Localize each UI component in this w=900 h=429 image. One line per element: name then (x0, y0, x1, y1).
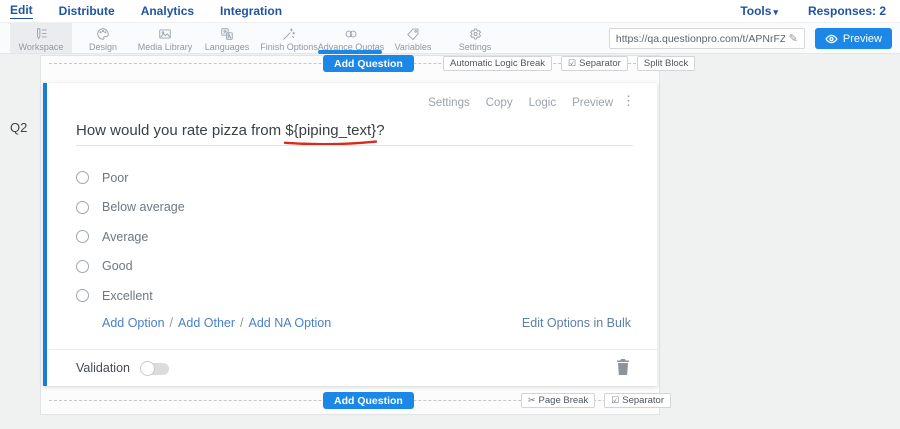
editor-toolbar: Workspace Design Media Library Languages… (0, 23, 900, 54)
delete-question-trash-icon[interactable] (616, 359, 630, 375)
toggle-knob (140, 361, 155, 376)
radio-button[interactable] (76, 260, 89, 273)
question-text[interactable]: How would you rate pizza from ${piping_t… (76, 122, 631, 139)
validation-footer: Validation (47, 349, 657, 386)
magic-wand-icon (282, 27, 296, 41)
question-preview-link[interactable]: Preview (572, 97, 613, 109)
toolbar-item-languages[interactable]: Languages (196, 23, 258, 53)
question-input-underline (76, 145, 633, 146)
nav-tabs: Edit Distribute Analytics Integration (10, 3, 282, 19)
questionpro-survey-editor: Edit Distribute Analytics Integration To… (0, 0, 900, 429)
question-block: Settings Copy Logic Preview ⋮ How would … (43, 83, 657, 386)
question-settings-link[interactable]: Settings (428, 97, 470, 109)
link-divider: / (240, 316, 243, 330)
radio-button[interactable] (76, 230, 89, 243)
option-label[interactable]: Poor (102, 171, 128, 185)
toolbar-item-design[interactable]: Design (72, 23, 134, 53)
option-add-links: Add Option / Add Other / Add NA Option (102, 316, 331, 330)
add-option-link[interactable]: Add Option (102, 316, 165, 330)
option-label[interactable]: Excellent (102, 289, 153, 303)
toolbar-item-media-library[interactable]: Media Library (134, 23, 196, 53)
option-label[interactable]: Below average (102, 200, 185, 214)
toolbar-item-variables[interactable]: Variables (382, 23, 444, 53)
toolbar-right: ✎ Preview (609, 28, 892, 49)
nav-tab-analytics[interactable]: Analytics (141, 4, 194, 18)
radio-button[interactable] (76, 201, 89, 214)
question-overflow-menu-icon[interactable]: ⋮ (622, 94, 635, 107)
workspace-icon (34, 27, 48, 41)
add-na-option-link[interactable]: Add NA Option (249, 316, 332, 330)
top-insert-buttons: Automatic Logic Break ☑Separator Split B… (443, 56, 695, 71)
answer-options-list: Poor Below average Average Good (76, 163, 633, 311)
eye-icon (825, 34, 838, 44)
option-row-poor: Poor (76, 163, 633, 193)
chevron-down-icon: ▾ (773, 7, 778, 17)
option-label[interactable]: Average (102, 230, 148, 244)
link-divider: / (170, 316, 173, 330)
add-question-button-bottom[interactable]: Add Question (323, 392, 414, 409)
top-insert-row: Add Question Automatic Logic Break ☑Sepa… (41, 55, 659, 72)
tag-icon (406, 27, 420, 41)
edit-options-in-bulk-link[interactable]: Edit Options in Bulk (522, 316, 631, 330)
question-number-label: Q2 (10, 120, 27, 135)
bottom-insert-buttons: ✂Page Break ☑Separator (521, 393, 671, 408)
nav-tab-distribute[interactable]: Distribute (59, 4, 115, 18)
chain-link-icon (344, 27, 358, 41)
question-text-before: How would you rate pizza from (76, 122, 285, 139)
toolbar-item-finish-options[interactable]: Finish Options (258, 23, 320, 53)
piping-text-token[interactable]: ${piping_text} (285, 122, 376, 139)
validation-label: Validation (76, 361, 130, 375)
media-image-icon (158, 27, 172, 41)
translate-icon (220, 27, 234, 41)
question-copy-link[interactable]: Copy (486, 97, 513, 109)
survey-url-box: ✎ (609, 28, 805, 49)
add-question-button-top[interactable]: Add Question (323, 55, 414, 72)
toolbar-item-advance-quotas[interactable]: Advance Quotas (320, 23, 382, 53)
radio-button[interactable] (76, 171, 89, 184)
option-row-below-average: Below average (76, 193, 633, 223)
separator-button-bottom[interactable]: ☑Separator (604, 393, 671, 408)
question-logic-link[interactable]: Logic (529, 97, 557, 109)
toolbar-item-settings[interactable]: Settings (444, 23, 506, 53)
add-other-link[interactable]: Add Other (178, 316, 235, 330)
page-break-scissors-icon: ✂ (528, 395, 536, 406)
nav-tab-integration[interactable]: Integration (220, 4, 282, 18)
toolbar-item-workspace[interactable]: Workspace (10, 23, 72, 53)
option-label[interactable]: Good (102, 259, 133, 273)
survey-url-input[interactable] (616, 33, 785, 45)
separator-button-top[interactable]: ☑Separator (561, 56, 628, 71)
responses-count-link[interactable]: Responses: 2 (808, 4, 886, 18)
page-break-button[interactable]: ✂Page Break (521, 393, 595, 408)
tools-menu[interactable]: Tools▾ (740, 4, 778, 18)
top-nav: Edit Distribute Analytics Integration To… (0, 0, 900, 23)
validation-toggle[interactable] (142, 363, 169, 375)
option-row-good: Good (76, 252, 633, 282)
survey-block-card: Add Question Automatic Logic Break ☑Sepa… (40, 55, 660, 415)
bottom-insert-row: Add Question ✂Page Break ☑Separator (41, 392, 659, 409)
nav-right: Tools▾ Responses: 2 (740, 4, 886, 18)
option-row-excellent: Excellent (76, 281, 633, 311)
design-palette-icon (96, 27, 110, 41)
option-row-average: Average (76, 222, 633, 252)
preview-button[interactable]: Preview (815, 28, 892, 49)
edit-url-pencil-icon[interactable]: ✎ (789, 32, 798, 45)
split-block-button[interactable]: Split Block (637, 56, 695, 71)
workspace-area: Q2 Add Question Automatic Logic Break ☑S… (0, 54, 900, 429)
separator-checkbox-icon: ☑ (611, 395, 619, 406)
automatic-logic-break-button[interactable]: Automatic Logic Break (443, 56, 552, 71)
question-text-after: ? (376, 122, 384, 139)
separator-checkbox-icon: ☑ (568, 58, 576, 69)
question-header-actions: Settings Copy Logic Preview (428, 97, 613, 109)
radio-button[interactable] (76, 289, 89, 302)
gear-icon (468, 27, 482, 41)
nav-tab-edit[interactable]: Edit (10, 3, 33, 19)
toolbar-items: Workspace Design Media Library Languages… (10, 23, 506, 53)
